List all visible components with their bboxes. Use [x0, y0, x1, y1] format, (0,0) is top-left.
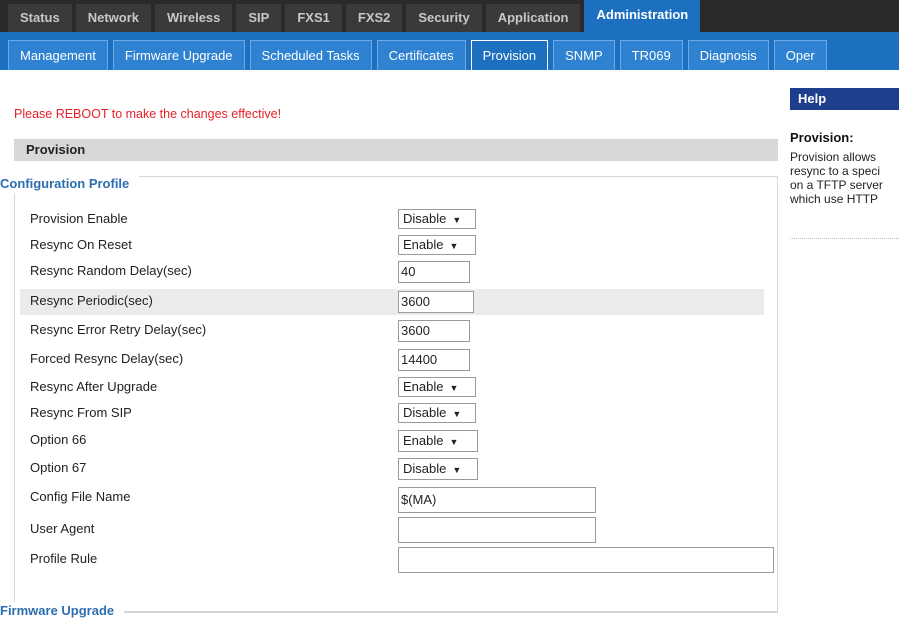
resync-random-delay-label: Resync Random Delay(sec)	[30, 263, 192, 278]
resync-from-sip-label: Resync From SIP	[30, 405, 132, 420]
chevron-down-icon: ▼	[449, 241, 459, 251]
firmware-fieldset-border	[14, 612, 778, 613]
subtab-management[interactable]: Management	[8, 40, 108, 70]
top-nav: Status Network Wireless SIP FXS1 FXS2 Se…	[0, 0, 899, 32]
row-option-66: Option 66 Enable ▼	[20, 428, 764, 454]
forced-resync-delay-label: Forced Resync Delay(sec)	[30, 351, 184, 366]
tab-network[interactable]: Network	[75, 4, 152, 32]
subtab-operation[interactable]: Oper	[773, 40, 827, 70]
row-resync-periodic: Resync Periodic(sec) 3600	[20, 289, 764, 315]
resync-after-upgrade-label: Resync After Upgrade	[30, 379, 158, 394]
tab-security[interactable]: Security	[406, 4, 482, 32]
row-profile-rule: Profile Rule	[20, 545, 774, 573]
option-67-select[interactable]: Disable ▼	[398, 458, 478, 480]
row-resync-from-sip: Resync From SIP Disable ▼	[20, 401, 764, 427]
option-67-label: Option 67	[30, 460, 87, 475]
tab-fxs1[interactable]: FXS1	[285, 4, 342, 32]
help-divider	[790, 238, 899, 239]
resync-error-retry-delay-label: Resync Error Retry Delay(sec)	[30, 322, 207, 337]
section-title: Provision	[14, 139, 778, 161]
chevron-down-icon: ▼	[452, 409, 462, 419]
chevron-down-icon: ▼	[452, 465, 462, 475]
user-agent-input[interactable]	[398, 517, 596, 543]
resync-random-delay-input[interactable]: 40	[398, 261, 470, 283]
resync-on-reset-label: Resync On Reset	[30, 237, 132, 252]
row-provision-enable: Provision Enable Disable ▼	[20, 207, 764, 233]
reboot-message: Please REBOOT to make the changes effect…	[14, 107, 282, 121]
subtab-provision[interactable]: Provision	[470, 40, 549, 70]
subtab-firmware-upgrade[interactable]: Firmware Upgrade	[112, 40, 245, 70]
provision-enable-select[interactable]: Disable ▼	[398, 209, 476, 229]
row-config-file-name: Config File Name $(MA)	[20, 485, 764, 513]
profile-rule-label: Profile Rule	[30, 551, 98, 566]
help-title: Help	[790, 88, 899, 110]
row-user-agent: User Agent	[20, 515, 764, 543]
help-text: Provision allows resync to a speci on a …	[790, 150, 883, 206]
tab-application[interactable]: Application	[485, 4, 581, 32]
resync-from-sip-select[interactable]: Disable ▼	[398, 403, 476, 423]
row-resync-after-upgrade: Resync After Upgrade Enable ▼	[20, 375, 764, 401]
row-resync-error-retry-delay: Resync Error Retry Delay(sec) 3600	[20, 318, 764, 344]
chevron-down-icon: ▼	[449, 437, 459, 447]
row-resync-random-delay: Resync Random Delay(sec) 40	[20, 259, 764, 285]
tab-administration[interactable]: Administration	[584, 0, 701, 32]
tab-wireless[interactable]: Wireless	[155, 4, 233, 32]
resync-after-upgrade-select[interactable]: Enable ▼	[398, 377, 476, 397]
config-file-name-label: Config File Name	[30, 489, 131, 504]
tab-fxs2[interactable]: FXS2	[345, 4, 403, 32]
row-resync-on-reset: Resync On Reset Enable ▼	[20, 233, 764, 259]
forced-resync-delay-input[interactable]: 14400	[398, 349, 470, 371]
chevron-down-icon: ▼	[449, 383, 459, 393]
config-file-name-input[interactable]: $(MA)	[398, 487, 596, 513]
help-heading: Provision:	[790, 130, 854, 145]
sub-nav: Management Firmware Upgrade Scheduled Ta…	[0, 32, 899, 72]
subtab-tr069[interactable]: TR069	[619, 40, 683, 70]
option-66-select[interactable]: Enable ▼	[398, 430, 478, 452]
provision-enable-label: Provision Enable	[30, 211, 128, 226]
subtab-diagnosis[interactable]: Diagnosis	[687, 40, 769, 70]
resync-periodic-label: Resync Periodic(sec)	[30, 293, 153, 308]
subtab-snmp[interactable]: SNMP	[553, 40, 615, 70]
firmware-upgrade-legend: Firmware Upgrade	[0, 602, 125, 620]
tab-sip[interactable]: SIP	[236, 4, 282, 32]
row-option-67: Option 67 Disable ▼	[20, 456, 764, 482]
user-agent-label: User Agent	[30, 521, 95, 536]
resync-on-reset-select[interactable]: Enable ▼	[398, 235, 476, 255]
resync-periodic-input[interactable]: 3600	[398, 291, 474, 313]
config-profile-legend: Configuration Profile	[0, 175, 140, 193]
row-forced-resync-delay: Forced Resync Delay(sec) 14400	[20, 347, 764, 373]
chevron-down-icon: ▼	[452, 215, 462, 225]
resync-error-retry-delay-input[interactable]: 3600	[398, 320, 470, 342]
subtab-scheduled-tasks[interactable]: Scheduled Tasks	[249, 40, 372, 70]
subtab-certificates[interactable]: Certificates	[376, 40, 466, 70]
option-66-label: Option 66	[30, 432, 87, 447]
tab-status[interactable]: Status	[8, 4, 72, 32]
profile-rule-input[interactable]	[398, 547, 774, 573]
